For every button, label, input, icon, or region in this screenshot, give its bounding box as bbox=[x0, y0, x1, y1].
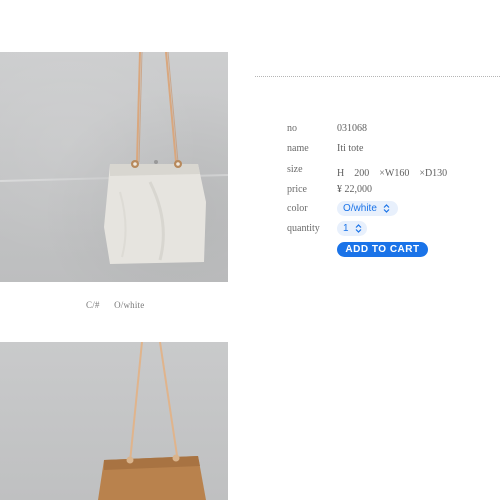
color-selected-value: O/white bbox=[343, 203, 377, 214]
brown-tote-illustration bbox=[98, 342, 206, 500]
color-select[interactable]: O/white bbox=[337, 201, 398, 216]
no-value: 031068 bbox=[337, 123, 367, 134]
white-tote-illustration bbox=[104, 52, 206, 264]
photo-caption: C/# O/white bbox=[86, 300, 156, 310]
caption-color: O/white bbox=[114, 300, 145, 310]
product-photo-brown bbox=[0, 342, 228, 500]
product-page: C/# O/white no 031068 name Iti tote size… bbox=[0, 0, 500, 500]
price-value: ¥ 22,000 bbox=[337, 184, 372, 195]
size-label: size bbox=[287, 164, 303, 175]
chevron-updown-icon bbox=[383, 204, 390, 213]
size-value: H 200 ×W160 ×D130 bbox=[337, 164, 457, 179]
size-depth: ×D130 bbox=[419, 168, 448, 179]
dotted-divider bbox=[255, 76, 500, 77]
size-height: H 200 bbox=[337, 168, 370, 179]
caption-code: C/# bbox=[86, 300, 100, 310]
name-label: name bbox=[287, 143, 309, 154]
quantity-selected-value: 1 bbox=[343, 223, 349, 234]
quantity-select[interactable]: 1 bbox=[337, 221, 367, 236]
size-width: ×W160 bbox=[379, 168, 410, 179]
product-photo-white bbox=[0, 52, 228, 282]
price-label: price bbox=[287, 184, 307, 195]
no-label: no bbox=[287, 123, 297, 134]
chevron-updown-icon bbox=[355, 224, 362, 233]
color-label: color bbox=[287, 203, 308, 214]
name-value: Iti tote bbox=[337, 143, 364, 154]
quantity-label: quantity bbox=[287, 223, 320, 234]
add-to-cart-button[interactable]: ADD TO CART bbox=[337, 242, 428, 257]
